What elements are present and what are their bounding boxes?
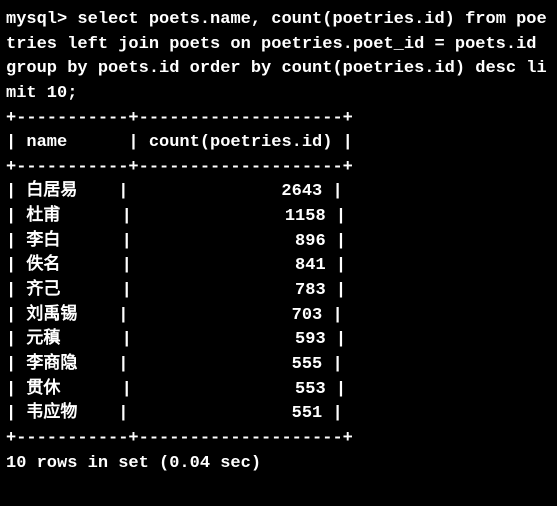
table-border-top: +-----------+--------------------+ <box>6 107 551 132</box>
table-row: | 白居易 | 2643 | <box>6 180 551 205</box>
table-row: | 元稹 | 593 | <box>6 328 551 353</box>
result-summary: 10 rows in set (0.04 sec) <box>6 452 551 477</box>
table-row: | 杜甫 | 1158 | <box>6 205 551 230</box>
table-row: | 佚名 | 841 | <box>6 254 551 279</box>
table-row: | 刘禹锡 | 703 | <box>6 304 551 329</box>
table-border-mid: +-----------+--------------------+ <box>6 156 551 181</box>
sql-query: select poets.name, count(poetries.id) fr… <box>6 10 547 103</box>
mysql-prompt: mysql> <box>6 10 77 29</box>
command-line[interactable]: mysql> select poets.name, count(poetries… <box>6 8 551 107</box>
table-row: | 贯休 | 553 | <box>6 378 551 403</box>
table-row: | 李白 | 896 | <box>6 230 551 255</box>
table-row: | 韦应物 | 551 | <box>6 402 551 427</box>
table-row: | 齐己 | 783 | <box>6 279 551 304</box>
table-row: | 李商隐 | 555 | <box>6 353 551 378</box>
table-border-bottom: +-----------+--------------------+ <box>6 427 551 452</box>
table-header-row: | name | count(poetries.id) | <box>6 131 551 156</box>
